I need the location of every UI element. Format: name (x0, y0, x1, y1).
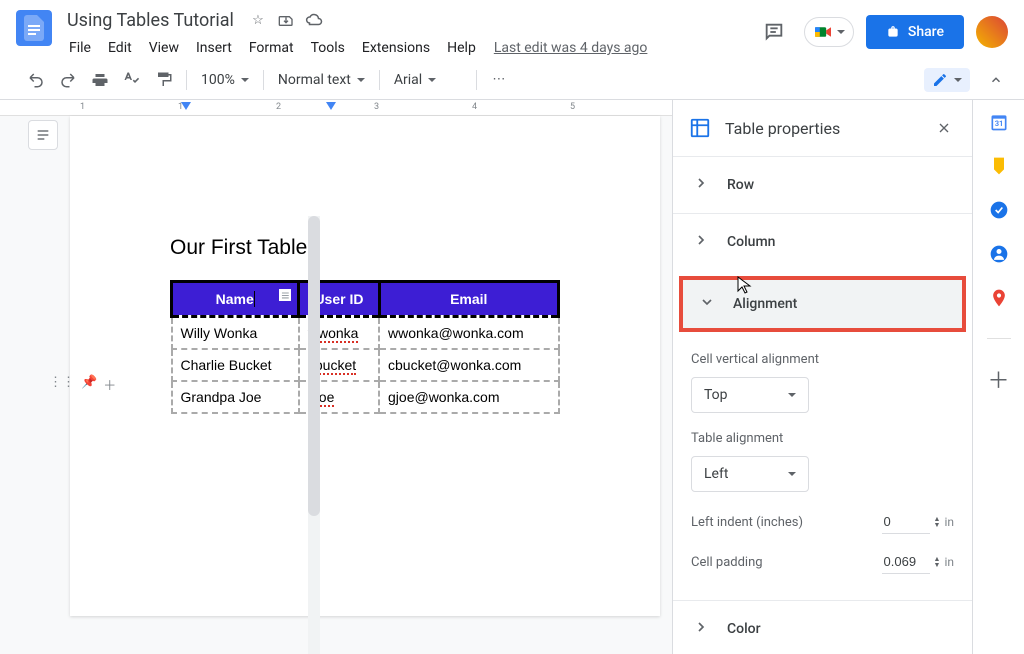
table-alignment-label: Table alignment (691, 431, 954, 446)
table-icon (689, 117, 711, 139)
cell-padding-label: Cell padding (691, 555, 763, 570)
cloud-status-icon[interactable] (305, 11, 323, 29)
cell-padding-input[interactable] (882, 550, 930, 574)
account-avatar[interactable] (976, 16, 1008, 48)
toolbar: 100% Normal text Arial ⋯ (0, 64, 1024, 100)
header-bar: Using Tables Tutorial ☆ File Edit View I… (0, 0, 1024, 64)
document-title[interactable]: Using Tables Tutorial (62, 7, 239, 34)
last-edit-link[interactable]: Last edit was 4 days ago (494, 40, 648, 56)
calendar-addon-icon[interactable]: 31 (989, 112, 1009, 132)
document-outline-button[interactable] (28, 120, 58, 150)
chevron-right-icon (693, 232, 709, 252)
print-button[interactable] (86, 66, 114, 94)
move-icon[interactable] (277, 11, 295, 29)
column-section-toggle[interactable]: Column (673, 214, 972, 270)
table-header-email[interactable]: Email (379, 282, 558, 317)
alignment-section-toggle[interactable]: Alignment (683, 280, 962, 328)
side-addon-rail: 31 ＋ (972, 100, 1024, 654)
pin-icon[interactable]: 📌 (81, 375, 97, 394)
table-row[interactable]: Grandpa Joe gjoe gjoe@wonka.com (172, 381, 559, 413)
svg-text:31: 31 (994, 119, 1003, 128)
panel-title: Table properties (725, 119, 918, 138)
contacts-addon-icon[interactable] (989, 244, 1009, 264)
menu-tools[interactable]: Tools (304, 36, 352, 60)
table-row[interactable]: Charlie Bucket cbucket cbucket@wonka.com (172, 349, 559, 381)
document-page[interactable]: Our First Table Name≡ User ID Email Will… (70, 116, 660, 616)
share-button[interactable]: Share (866, 15, 964, 49)
table-properties-panel: Table properties Row Column Alignment Ce… (672, 100, 972, 654)
stepper-icon[interactable]: ▲▼ (934, 516, 941, 528)
menu-format[interactable]: Format (242, 36, 301, 60)
close-panel-button[interactable] (932, 116, 956, 140)
left-indent-input[interactable] (882, 510, 930, 534)
more-tools-button[interactable]: ⋯ (485, 66, 513, 94)
data-table[interactable]: Name≡ User ID Email Willy Wonka wwonka w… (170, 280, 560, 414)
comments-icon[interactable] (756, 14, 792, 50)
document-canvas[interactable]: 1 1 2 3 4 5 Our First Table Name≡ User I… (0, 100, 672, 654)
table-row[interactable]: Willy Wonka wwonka wwonka@wonka.com (172, 317, 559, 350)
maps-addon-icon[interactable] (989, 288, 1009, 308)
table-row-controls[interactable]: ⋮⋮ 📌 ＋ (49, 375, 116, 394)
add-row-icon[interactable]: ＋ (103, 375, 116, 394)
chevron-down-icon (699, 294, 715, 314)
cell-vertical-alignment-label: Cell vertical alignment (691, 352, 954, 367)
horizontal-ruler[interactable]: 1 1 2 3 4 5 (0, 100, 672, 116)
vertical-scrollbar[interactable] (308, 216, 320, 654)
keep-addon-icon[interactable] (989, 156, 1009, 176)
document-heading[interactable]: Our First Table (170, 236, 560, 260)
collapse-toolbar-button[interactable] (984, 68, 1008, 92)
menu-extensions[interactable]: Extensions (355, 36, 437, 60)
table-header-name[interactable]: Name≡ (172, 282, 299, 317)
spellcheck-button[interactable] (118, 66, 146, 94)
left-indent-label: Left indent (inches) (691, 515, 803, 530)
font-dropdown[interactable]: Arial (388, 68, 468, 92)
table-alignment-select[interactable]: Left (691, 456, 809, 492)
drag-handle-icon[interactable]: ⋮⋮ (49, 375, 75, 394)
menu-view[interactable]: View (142, 36, 186, 60)
paint-format-button[interactable] (150, 66, 178, 94)
chevron-right-icon (693, 175, 709, 195)
menu-help[interactable]: Help (440, 36, 483, 60)
stepper-icon[interactable]: ▲▼ (934, 556, 941, 568)
color-section-toggle[interactable]: Color (673, 601, 972, 654)
undo-button[interactable] (22, 66, 50, 94)
star-icon[interactable]: ☆ (249, 11, 267, 29)
get-addons-icon[interactable]: ＋ (989, 369, 1009, 389)
redo-button[interactable] (54, 66, 82, 94)
tasks-addon-icon[interactable] (989, 200, 1009, 220)
menu-edit[interactable]: Edit (101, 36, 139, 60)
share-label: Share (908, 24, 944, 40)
row-section-toggle[interactable]: Row (673, 157, 972, 213)
meet-button[interactable] (804, 17, 854, 47)
zoom-dropdown[interactable]: 100% (195, 68, 255, 92)
menu-file[interactable]: File (62, 36, 98, 60)
editing-mode-button[interactable] (924, 68, 970, 92)
menu-insert[interactable]: Insert (189, 36, 239, 60)
chevron-right-icon (693, 619, 709, 639)
style-dropdown[interactable]: Normal text (272, 68, 371, 92)
cell-vertical-alignment-select[interactable]: Top (691, 377, 809, 413)
docs-logo-icon[interactable] (16, 10, 52, 46)
